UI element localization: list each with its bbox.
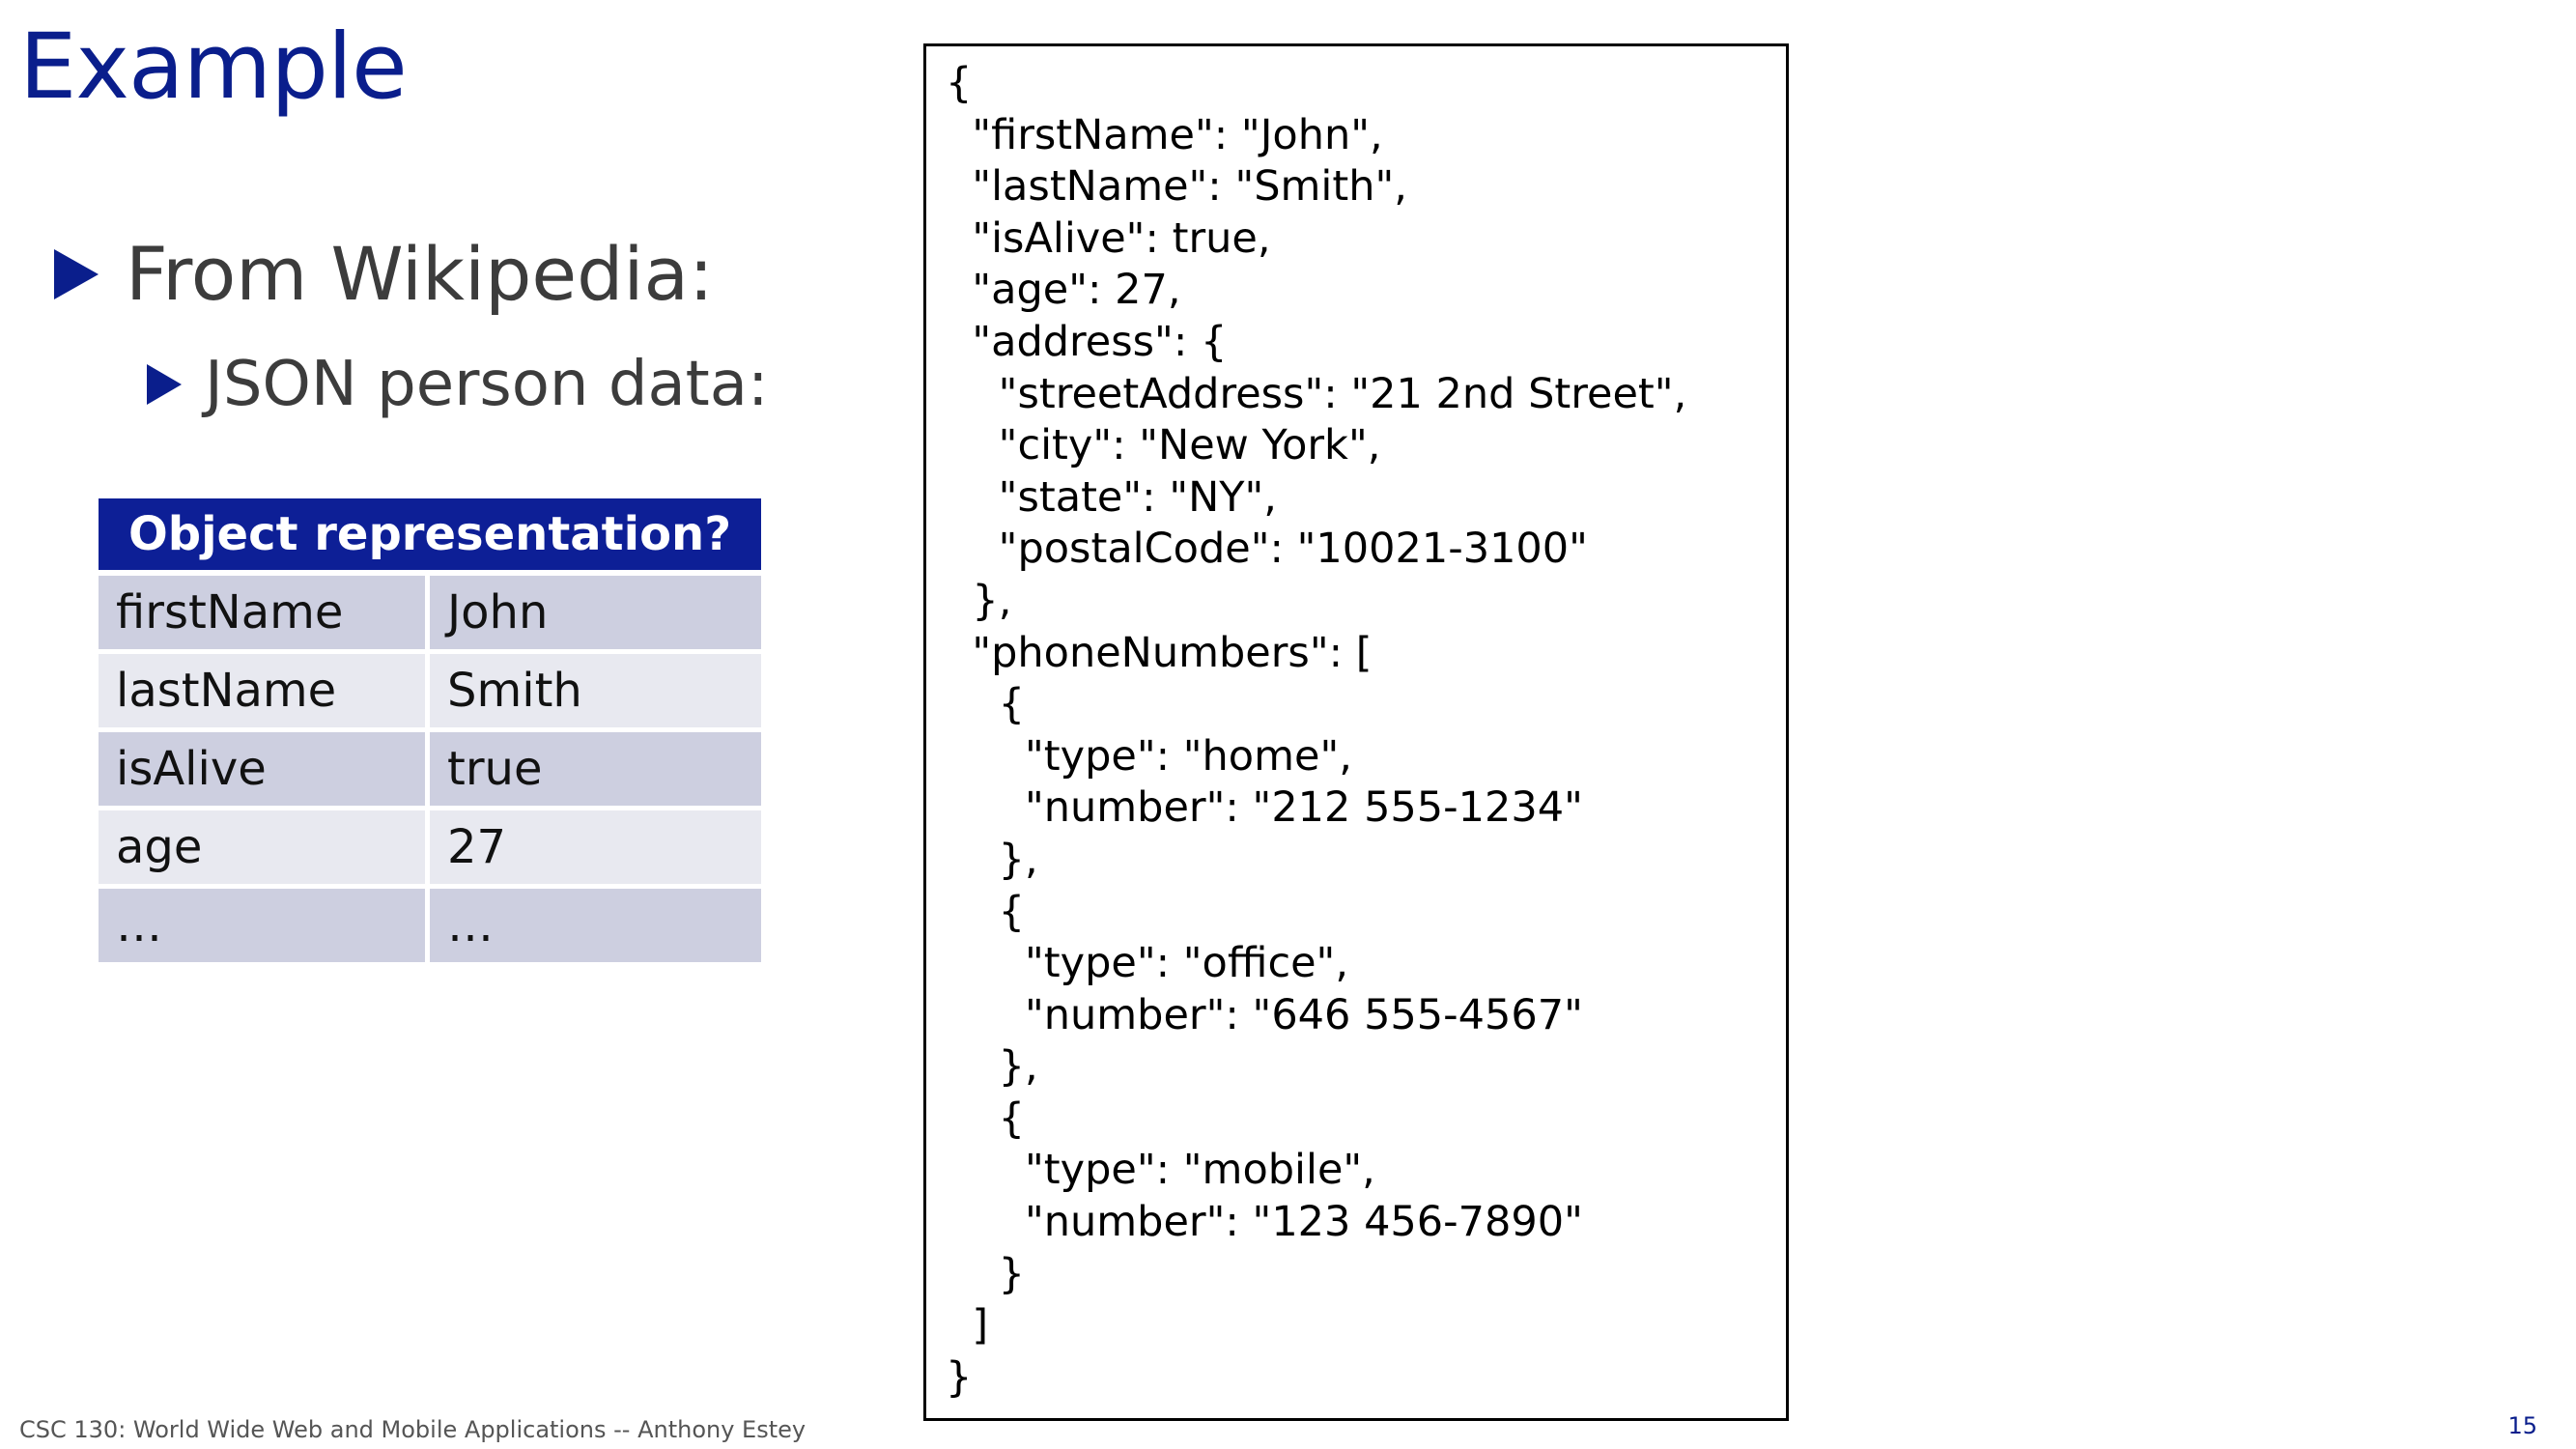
table-value-cell: true [430,732,761,810]
sub-bullet-text: JSON person data: [205,349,769,420]
slide-footer: CSC 130: World Wide Web and Mobile Appli… [19,1416,807,1443]
bullet-item: From Wikipedia: [54,238,714,311]
table-row: firstName John [99,576,761,654]
table-value-cell: … [430,889,761,967]
json-code-box: { "firstName": "John", "lastName": "Smit… [923,43,1789,1421]
table-key-cell: … [99,889,430,967]
table-row: age 27 [99,810,761,889]
object-representation-table: Object representation? firstName John la… [99,498,761,967]
triangle-bullet-icon [54,249,99,299]
sub-bullet-item: JSON person data: [147,354,769,415]
table-key-cell: isAlive [99,732,430,810]
table-value-cell: John [430,576,761,654]
table-value-cell: Smith [430,654,761,732]
table-value-cell: 27 [430,810,761,889]
table-key-cell: firstName [99,576,430,654]
table-header-row: Object representation? [99,498,761,576]
table-key-cell: age [99,810,430,889]
table-row: lastName Smith [99,654,761,732]
slide-title: Example [19,14,408,120]
table-row: … … [99,889,761,967]
bullet-text: From Wikipedia: [126,231,714,317]
table-row: isAlive true [99,732,761,810]
table-header: Object representation? [99,498,761,576]
page-number: 15 [2507,1412,2537,1439]
triangle-bullet-icon [147,364,182,405]
json-code-block: { "firstName": "John", "lastName": "Smit… [946,59,1687,1402]
table-key-cell: lastName [99,654,430,732]
